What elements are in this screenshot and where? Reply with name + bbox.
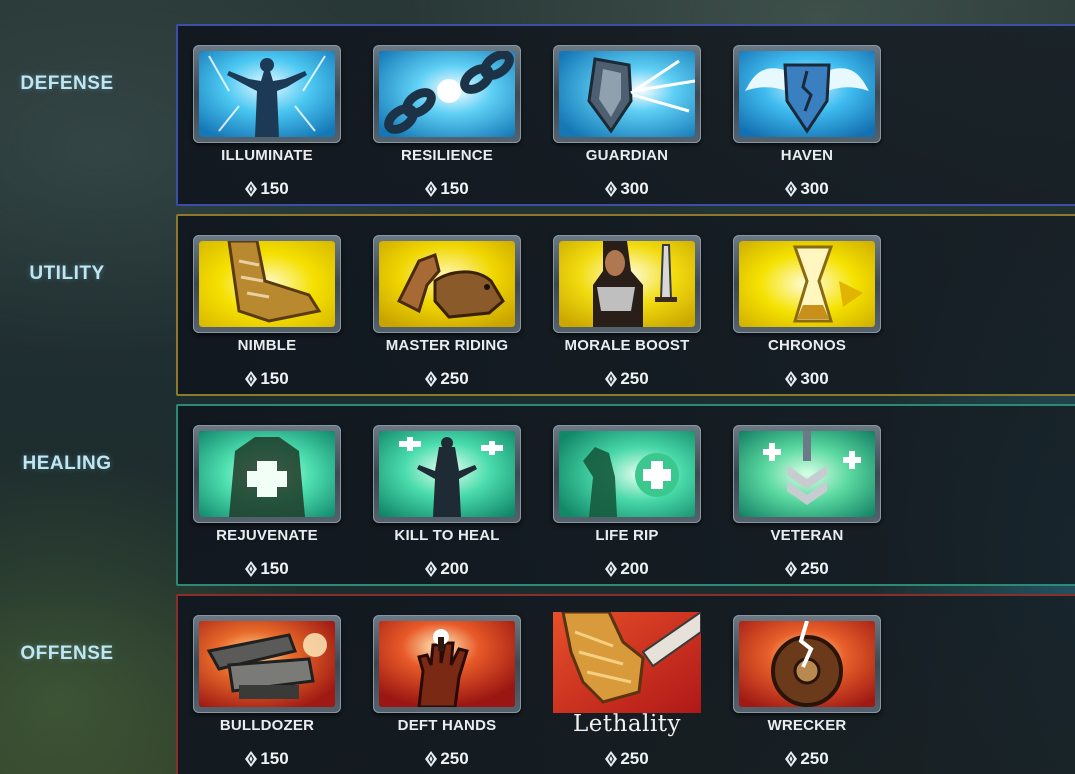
talent-cost: 200 [552, 559, 702, 579]
mount-rider-icon [379, 241, 515, 327]
talent-cost: 200 [372, 559, 522, 579]
talent-name: HAVEN [780, 147, 834, 164]
crystal-currency-icon [785, 371, 798, 387]
hourglass-icon [739, 241, 875, 327]
crystal-currency-icon [425, 751, 438, 767]
talent-card-veteran[interactable]: VETERAN 250 [732, 407, 882, 587]
talent-cost: 150 [192, 559, 342, 579]
talent-cost: 250 [552, 369, 702, 389]
talent-card-resilience[interactable]: RESILIENCE 150 [372, 27, 522, 207]
talent-name: ILLUMINATE [221, 147, 313, 164]
talent-cost: 250 [372, 749, 522, 769]
chevron-sword-icon [739, 431, 875, 517]
category-label-offense: OFFENSE [20, 643, 114, 664]
talent-card-morale-boost[interactable]: MORALE BOOST 250 [552, 217, 702, 397]
category-label-utility: UTILITY [29, 263, 105, 284]
category-label-defense: DEFENSE [20, 73, 114, 94]
crystal-currency-icon [425, 181, 438, 197]
category-label-healing: HEALING [22, 453, 112, 474]
talent-name: REJUVENATE [216, 527, 318, 544]
shield-lightning-icon [559, 51, 695, 137]
talent-name: LIFE RIP [595, 527, 659, 544]
talent-name: WRECKER [767, 717, 847, 734]
broken-chain-icon [379, 51, 515, 137]
talent-cost: 300 [732, 369, 882, 389]
cracked-shield-icon [739, 621, 875, 707]
talent-name: MASTER RIDING [385, 337, 509, 354]
talent-card-rejuvenate[interactable]: REJUVENATE 150 [192, 407, 342, 587]
warrior-sword-icon [559, 241, 695, 327]
gunslinger-heal-icon [379, 431, 515, 517]
talent-cost: 150 [192, 369, 342, 389]
talent-name: RESILIENCE [400, 147, 493, 164]
crystal-currency-icon [605, 371, 618, 387]
crystal-currency-icon [605, 751, 618, 767]
talent-name: DEFT HANDS [397, 717, 497, 734]
talent-card-illuminate[interactable]: ILLUMINATE 150 [192, 27, 342, 207]
talent-card-guardian[interactable]: GUARDIAN 300 [552, 27, 702, 207]
talent-card-deft-hands[interactable]: DEFT HANDS 250 [372, 597, 522, 774]
talent-card-chronos[interactable]: CHRONOS 300 [732, 217, 882, 397]
fist-dagger-icon [553, 612, 701, 713]
talent-name: CHRONOS [767, 337, 847, 354]
talent-cost: 150 [372, 179, 522, 199]
talent-card-wrecker[interactable]: WRECKER 250 [732, 597, 882, 774]
talent-name: MORALE BOOST [564, 337, 690, 354]
crystal-currency-icon [785, 751, 798, 767]
crystal-currency-icon [425, 561, 438, 577]
crystal-currency-icon [245, 371, 258, 387]
talent-card-kill-to-heal[interactable]: KILL TO HEAL 200 [372, 407, 522, 587]
crystal-currency-icon [425, 371, 438, 387]
illuminate-icon [199, 51, 335, 137]
talent-cost: 250 [732, 749, 882, 769]
talent-cost: 250 [552, 749, 702, 769]
cannon-icon [199, 621, 335, 707]
crystal-currency-icon [245, 561, 258, 577]
crystal-currency-icon [245, 751, 258, 767]
life-drain-icon [559, 431, 695, 517]
talent-name: NIMBLE [237, 337, 297, 354]
talent-name: KILL TO HEAL [394, 527, 500, 544]
talent-name: VETERAN [770, 527, 844, 544]
hand-grenade-icon [379, 621, 515, 707]
winged-shield-icon [739, 51, 875, 137]
talent-cost: 300 [552, 179, 702, 199]
crystal-currency-icon [245, 181, 258, 197]
crystal-currency-icon [605, 181, 618, 197]
talent-card-lethality[interactable]: Lethality 250 [552, 597, 702, 774]
talent-name: BULLDOZER [219, 717, 315, 734]
talent-card-nimble[interactable]: NIMBLE 150 [192, 217, 342, 397]
talent-card-life-rip[interactable]: LIFE RIP 200 [552, 407, 702, 587]
healing-hands-icon [199, 431, 335, 517]
boot-icon [199, 241, 335, 327]
talent-cost: 250 [372, 369, 522, 389]
crystal-currency-icon [605, 561, 618, 577]
talent-name: Lethality [572, 711, 682, 737]
talent-card-master-riding[interactable]: MASTER RIDING 250 [372, 217, 522, 397]
talent-cost: 250 [732, 559, 882, 579]
crystal-currency-icon [785, 181, 798, 197]
crystal-currency-icon [785, 561, 798, 577]
talent-name: GUARDIAN [585, 147, 669, 164]
talent-cost: 300 [732, 179, 882, 199]
talent-cost: 150 [192, 179, 342, 199]
talent-card-haven[interactable]: HAVEN 300 [732, 27, 882, 207]
talent-card-bulldozer[interactable]: BULLDOZER 150 [192, 597, 342, 774]
talent-cost: 150 [192, 749, 342, 769]
